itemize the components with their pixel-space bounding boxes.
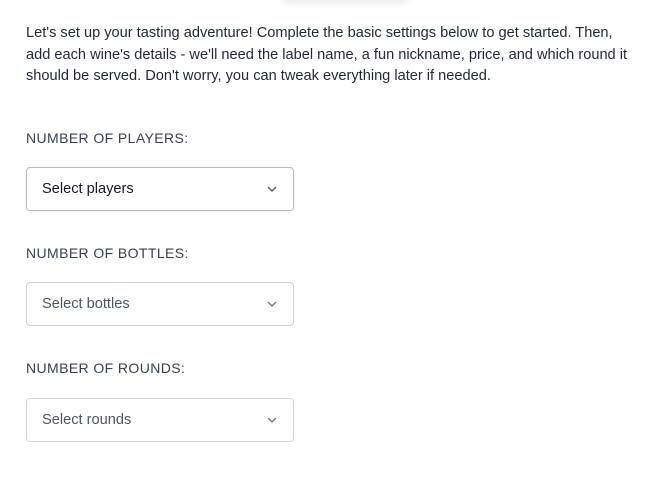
intro-text: Let's set up your tasting adventure! Com…	[26, 25, 628, 84]
bottles-label: NUMBER OF BOTTLES:	[26, 245, 189, 261]
rounds-label: NUMBER OF ROUNDS:	[26, 360, 186, 376]
players-select[interactable]: Select players	[26, 167, 294, 211]
players-select-value: Select players	[42, 181, 134, 197]
players-label: NUMBER OF PLAYERS:	[26, 130, 189, 146]
chevron-down-icon	[267, 301, 277, 307]
rounds-select-value: Select rounds	[42, 412, 132, 428]
bottles-select-value: Select bottles	[42, 296, 130, 312]
chevron-down-icon	[267, 417, 277, 423]
setup-page: Let's set up your tasting adventure! Com…	[0, 0, 660, 483]
bottles-select[interactable]: Select bottles	[26, 282, 294, 326]
chevron-down-icon	[267, 186, 277, 192]
rounds-select[interactable]: Select rounds	[26, 398, 294, 442]
faded-heading-remnant	[280, 0, 410, 4]
